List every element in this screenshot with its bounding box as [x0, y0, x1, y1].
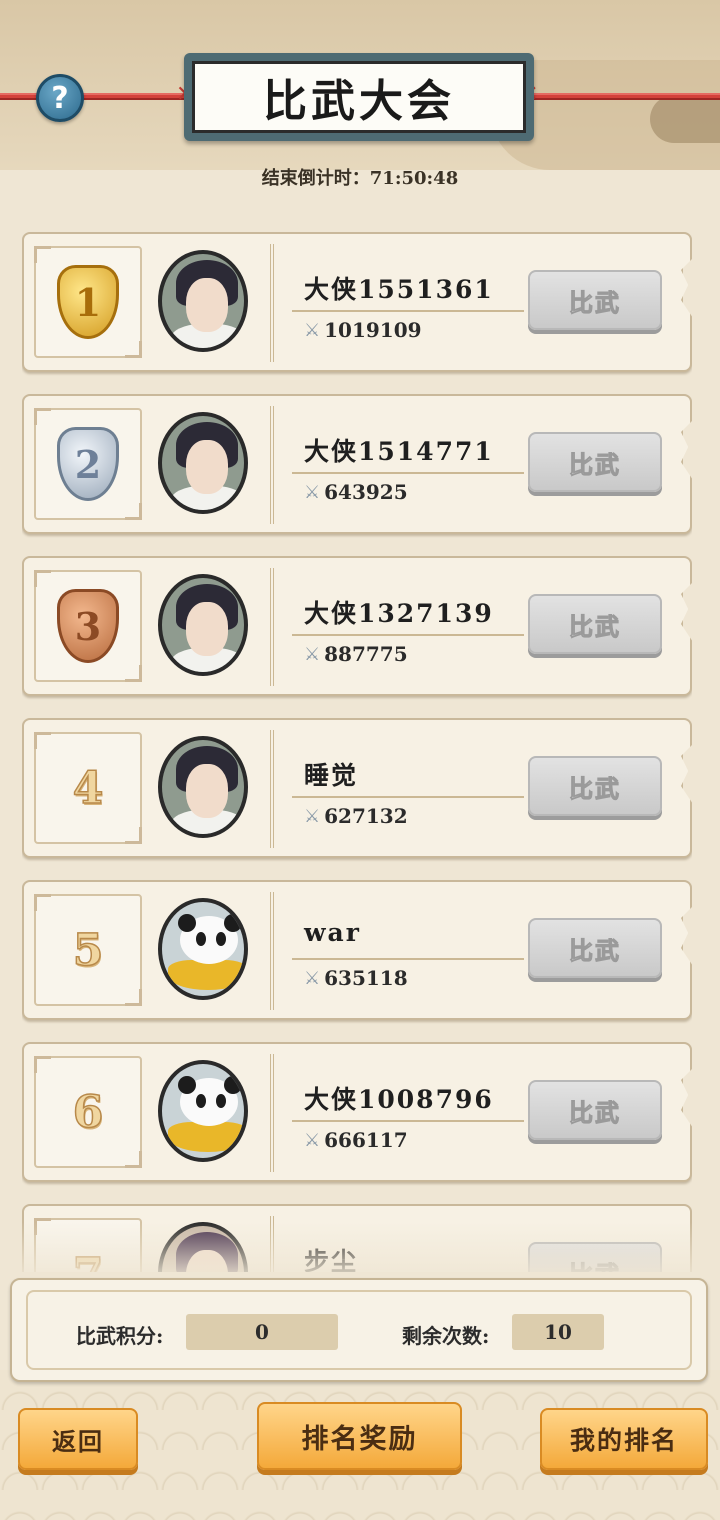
- crossed-swords-icon: ⚔: [304, 805, 321, 827]
- rank-number: 5: [72, 924, 104, 977]
- ranking-row: 6 大侠1008796 ⚔ 666117 比武: [22, 1042, 692, 1182]
- ranking-row: 1 大侠1551361 ⚔ 1019109 比武: [22, 232, 692, 372]
- countdown-timer: 结束倒计时：71:50:48: [261, 168, 459, 189]
- player-info: 大侠1008796 ⚔ 666117: [270, 1054, 530, 1172]
- rank-badge: 5: [34, 894, 142, 1006]
- ranking-row: 3 大侠1327139 ⚔ 887775 比武: [22, 556, 692, 696]
- rank-number: 6: [72, 1086, 104, 1139]
- crossed-swords-icon: ⚔: [304, 1129, 321, 1151]
- score-panel: 比武积分: 0 剩余次数: 10: [10, 1278, 708, 1382]
- combat-power: ⚔ 666117: [304, 1128, 408, 1152]
- rank-badge: 6: [34, 1056, 142, 1168]
- rank-rewards-button[interactable]: 排名奖励: [257, 1402, 462, 1470]
- crossed-swords-icon: ⚔: [304, 643, 321, 665]
- red-rope-right: [520, 93, 720, 100]
- help-button[interactable]: ?: [36, 74, 84, 122]
- rank-badge: 4: [34, 732, 142, 844]
- player-info: war ⚔ 635118: [270, 892, 530, 1010]
- ranking-row: 4 睡觉 ⚔ 627132 比武: [22, 718, 692, 858]
- gold-medal-icon: 1: [57, 265, 119, 339]
- fight-button[interactable]: 比武: [528, 756, 662, 816]
- question-mark-icon: ?: [51, 80, 69, 116]
- silver-medal-icon: 2: [57, 427, 119, 501]
- avatar[interactable]: [158, 1060, 248, 1162]
- fight-button[interactable]: 比武: [528, 918, 662, 978]
- player-info: 大侠1514771 ⚔ 643925: [270, 406, 530, 524]
- combat-power: ⚔ 643925: [304, 480, 408, 504]
- points-label: 比武积分:: [76, 1324, 164, 1348]
- rank-badge: 1: [34, 246, 142, 358]
- rank-badge: 2: [34, 408, 142, 520]
- avatar[interactable]: [158, 412, 248, 514]
- fight-button[interactable]: 比武: [528, 1080, 662, 1140]
- player-name: 大侠1327139: [304, 599, 494, 628]
- bronze-medal-icon: 3: [57, 589, 119, 663]
- player-info: 大侠1551361 ⚔ 1019109: [270, 244, 530, 362]
- my-rank-button[interactable]: 我的排名: [540, 1408, 708, 1470]
- player-name: 大侠1514771: [304, 437, 494, 466]
- points-value: 0: [186, 1314, 338, 1350]
- back-button[interactable]: 返回: [18, 1408, 138, 1470]
- player-info: 睡觉 ⚔ 627132: [270, 730, 530, 848]
- avatar[interactable]: [158, 898, 248, 1000]
- cloud-decoration-2: [650, 95, 720, 143]
- crossed-swords-icon: ⚔: [304, 319, 321, 341]
- rank-badge: 3: [34, 570, 142, 682]
- remaining-value: 10: [512, 1314, 604, 1350]
- page-title: 比武大会: [192, 61, 526, 133]
- combat-power: ⚔ 635118: [304, 966, 408, 990]
- ranking-row: 5 war ⚔ 635118 比武: [22, 880, 692, 1020]
- avatar[interactable]: [158, 250, 248, 352]
- rank-number: 4: [72, 762, 104, 815]
- remaining-label: 剩余次数:: [402, 1324, 490, 1348]
- title-board: 比武大会: [184, 53, 534, 141]
- ranking-row: 2 大侠1514771 ⚔ 643925 比武: [22, 394, 692, 534]
- combat-power: ⚔ 887775: [304, 642, 408, 666]
- fight-button[interactable]: 比武: [528, 594, 662, 654]
- list-fade-overlay: [22, 1222, 692, 1272]
- red-rope-left: [0, 93, 200, 100]
- fight-button[interactable]: 比武: [528, 432, 662, 492]
- avatar[interactable]: [158, 574, 248, 676]
- player-name: war: [304, 918, 361, 947]
- crossed-swords-icon: ⚔: [304, 481, 321, 503]
- player-name: 大侠1008796: [304, 1085, 494, 1114]
- avatar[interactable]: [158, 736, 248, 838]
- combat-power: ⚔ 1019109: [304, 318, 422, 342]
- combat-power: ⚔ 627132: [304, 804, 408, 828]
- player-name: 睡觉: [304, 761, 359, 790]
- fight-button[interactable]: 比武: [528, 270, 662, 330]
- crossed-swords-icon: ⚔: [304, 967, 321, 989]
- ranking-list[interactable]: 1 大侠1551361 ⚔ 1019109 比武 2 大侠1514771 ⚔ 6…: [22, 232, 692, 1272]
- player-name: 大侠1551361: [304, 275, 494, 304]
- player-info: 大侠1327139 ⚔ 887775: [270, 568, 530, 686]
